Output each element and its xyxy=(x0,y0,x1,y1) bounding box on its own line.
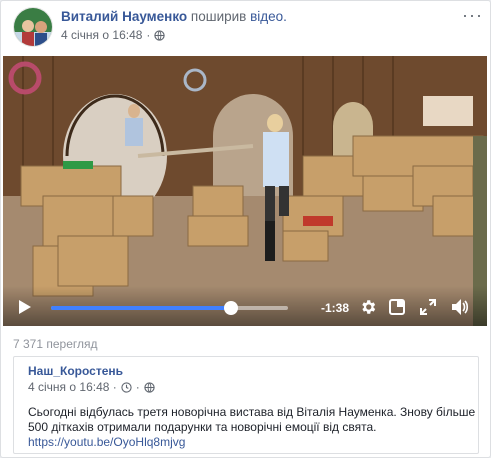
picture-in-picture-icon[interactable] xyxy=(389,299,405,315)
share-action: поширив відео. xyxy=(191,9,287,24)
dot-separator: · xyxy=(135,380,140,394)
shared-post-timestamp[interactable]: 4 січня о 16:48 · xyxy=(28,380,117,394)
video-link[interactable]: відео. xyxy=(250,9,287,24)
progress-fill xyxy=(51,306,232,310)
shared-post-meta: 4 січня о 16:48 · · xyxy=(28,380,155,394)
post-header: Виталий Науменко поширив відео. 4 січня … xyxy=(13,6,483,47)
share-verb: поширив xyxy=(190,9,247,24)
shared-post-body: Сьогодні відбулась третя новорічна виста… xyxy=(28,405,476,434)
gear-icon[interactable] xyxy=(359,298,377,316)
more-options-icon[interactable]: ··· xyxy=(462,6,483,24)
view-count[interactable]: 7 371 перегляд xyxy=(13,337,98,351)
dot-separator: · xyxy=(146,28,151,42)
author-line: Виталий Науменко поширив відео. xyxy=(61,9,287,24)
shared-post-text: Сьогодні відбулась третя новорічна виста… xyxy=(28,405,478,450)
video-player[interactable] xyxy=(3,56,487,326)
time-remaining: -1:38 xyxy=(321,301,350,315)
author-name[interactable]: Виталий Науменко xyxy=(61,9,187,24)
avatar[interactable] xyxy=(13,7,53,47)
shared-post: Наш_Коростень 4 січня о 16:48 · · Сьогод… xyxy=(13,356,479,454)
progress-bar[interactable] xyxy=(51,301,288,315)
volume-icon[interactable] xyxy=(451,297,469,317)
post-card: Виталий Науменко поширив відео. 4 січня … xyxy=(0,0,491,458)
globe-icon[interactable] xyxy=(154,29,166,41)
clock-icon xyxy=(121,381,132,393)
play-icon[interactable] xyxy=(18,299,32,315)
post-meta: 4 січня о 16:48 · xyxy=(61,28,166,42)
youtube-link[interactable]: https://youtu.be/OyoHlq8mjvg xyxy=(28,435,478,450)
source-page-name[interactable]: Наш_Коростень xyxy=(28,364,123,378)
fullscreen-icon[interactable] xyxy=(420,299,436,315)
post-timestamp[interactable]: 4 січня о 16:48 xyxy=(61,28,142,42)
globe-icon[interactable] xyxy=(144,381,155,393)
progress-scrubber[interactable] xyxy=(224,301,239,315)
